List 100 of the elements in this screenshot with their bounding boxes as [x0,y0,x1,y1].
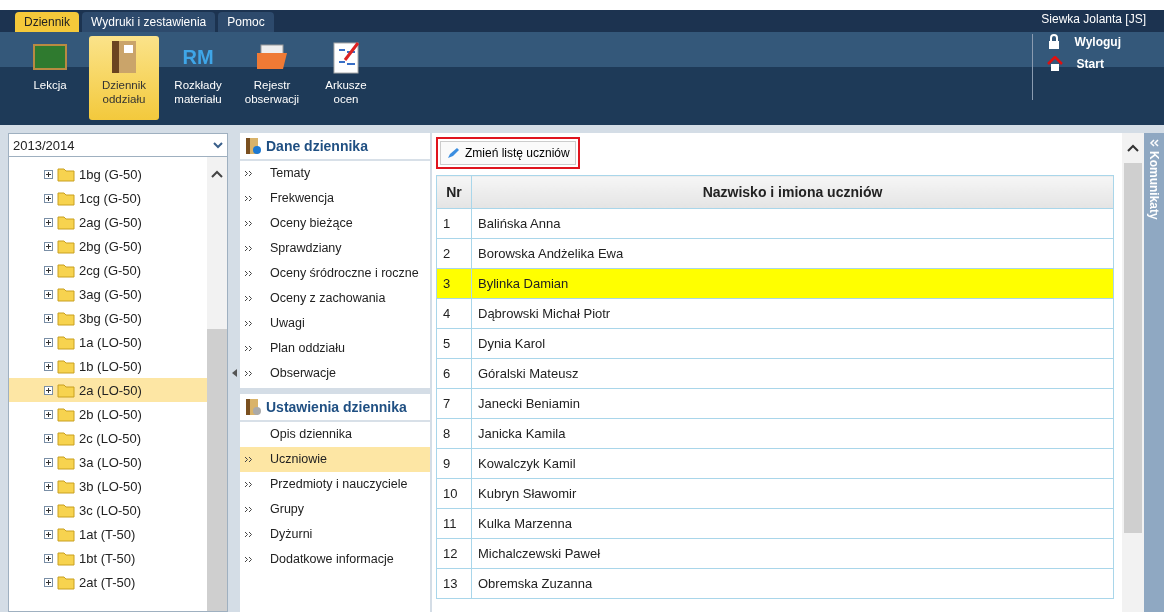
folder-icon [57,454,75,470]
expand-icon[interactable] [44,241,53,251]
nav-link[interactable]: Dyżurni [240,522,430,547]
table-cell: 11 [436,508,472,539]
folder-icon [57,478,75,494]
collapse-arrow-icon[interactable] [231,368,237,377]
expand-icon[interactable] [44,313,53,323]
chalkboard-icon [33,44,67,70]
folder-icon [57,262,75,278]
nav-link[interactable]: Tematy [240,161,430,186]
tree-item[interactable]: 3a (LO-50) [9,450,207,474]
double-chevron-icon [244,481,253,488]
folder-icon [57,526,75,542]
expand-icon[interactable] [44,385,53,395]
folder-icon [57,214,75,230]
folder-icon [57,550,75,566]
folder-icon [255,43,289,71]
scroll-up-icon[interactable] [1126,143,1140,153]
tree-item[interactable]: 1b (LO-50) [9,354,207,378]
tree-item[interactable]: 2bg (G-50) [9,234,207,258]
tree-item[interactable]: 3ag (G-50) [9,282,207,306]
tree-item[interactable]: 2c (LO-50) [9,426,207,450]
edit-list-button[interactable]: Zmień listę uczniów [440,141,576,165]
tree-item[interactable]: 3c (LO-50) [9,498,207,522]
toolbar-button[interactable]: Dziennik oddziału [89,36,159,120]
expand-icon[interactable] [44,529,53,539]
expand-icon[interactable] [44,433,53,443]
column-header: Nr [436,175,472,209]
tree-item[interactable]: 1a (LO-50) [9,330,207,354]
expand-icon[interactable] [44,457,53,467]
account-link[interactable]: Start [1046,56,1121,71]
account-link[interactable]: Wyloguj [1046,34,1121,50]
toolbar-button[interactable]: RM Rozkłady materiału [163,36,233,120]
tree-item[interactable]: 2ag (G-50) [9,210,207,234]
expand-icon[interactable] [44,481,53,491]
menu-tab[interactable]: Pomoc [218,12,274,32]
expand-icon[interactable] [44,361,53,371]
nav-link[interactable]: Obserwacje [240,361,430,386]
expand-icon[interactable] [44,337,53,347]
nav-link[interactable]: Opis dziennika [240,422,430,447]
table-cell: Dąbrowski Michał Piotr [471,298,1114,329]
column-header: Nazwisko i imiona uczniów [471,175,1114,209]
folder-icon [57,238,75,254]
menu-tab[interactable]: Dziennik [15,12,80,32]
expand-icon[interactable] [44,217,53,227]
toolbar-button[interactable]: Arkusze ocen [311,36,381,120]
double-chevron-icon [244,295,253,302]
nav-link[interactable]: Oceny bieżące [240,211,430,236]
folder-icon [57,166,75,182]
tree-item[interactable]: 2cg (G-50) [9,258,207,282]
nav-link[interactable]: Sprawdziany [240,236,430,261]
tree-item[interactable]: 3bg (G-50) [9,306,207,330]
tree-item[interactable]: 2b (LO-50) [9,402,207,426]
double-chevron-icon [244,270,253,277]
menu-tab[interactable]: Wydruki i zestawienia [82,12,216,32]
expand-icon[interactable] [44,505,53,515]
expand-icon[interactable] [44,289,53,299]
table-cell: Dynia Karol [471,328,1114,359]
folder-icon [57,502,75,518]
table-cell: Janicka Kamila [471,418,1114,449]
table-cell: 2 [436,238,472,269]
toolbar-button[interactable]: Lekcja [15,36,85,120]
tree-item[interactable]: 2at (T-50) [9,570,207,594]
folder-icon [57,310,75,326]
tree-item[interactable]: 2a (LO-50) [9,378,207,402]
expand-icon[interactable] [44,193,53,203]
tree-item[interactable]: 1at (T-50) [9,522,207,546]
nav-link[interactable]: Dodatkowe informacje [240,547,430,572]
user-name: Siewka Jolanta [JS] [1041,12,1147,28]
tree-item[interactable]: 1bg (G-50) [9,162,207,186]
nav-link[interactable]: Uwagi [240,311,430,336]
nav-link[interactable]: Frekwencja [240,186,430,211]
expand-icon[interactable] [44,409,53,419]
scrollbar-thumb[interactable] [1124,163,1142,533]
tree-item[interactable]: 3b (LO-50) [9,474,207,498]
table-cell: Góralski Mateusz [471,358,1114,389]
nav-link[interactable]: Grupy [240,497,430,522]
table-cell: 12 [436,538,472,569]
expand-icon[interactable] [44,169,53,179]
table-cell: 8 [436,418,472,449]
folder-icon [57,286,75,302]
nav-link[interactable]: Oceny z zachowania [240,286,430,311]
scroll-up-icon[interactable] [210,169,224,179]
scrollbar-thumb[interactable] [207,329,227,611]
table-cell: 4 [436,298,472,329]
section-header: Dane dziennika [240,133,430,161]
double-chevron-icon [244,456,253,463]
double-chevron-icon [244,170,253,177]
tree-item[interactable]: 1cg (G-50) [9,186,207,210]
nav-link[interactable]: Przedmioty i nauczyciele [240,472,430,497]
expand-icon[interactable] [44,577,53,587]
expand-icon[interactable] [44,265,53,275]
double-chevron-icon [244,345,253,352]
toolbar-button[interactable]: Rejestr obserwacji [237,36,307,120]
tree-item[interactable]: 1bt (T-50) [9,546,207,570]
folder-icon [57,358,75,374]
expand-icon[interactable] [44,553,53,563]
nav-link[interactable]: Plan oddziału [240,336,430,361]
nav-link[interactable]: Oceny śródroczne i roczne [240,261,430,286]
nav-link[interactable]: Uczniowie [240,447,430,472]
